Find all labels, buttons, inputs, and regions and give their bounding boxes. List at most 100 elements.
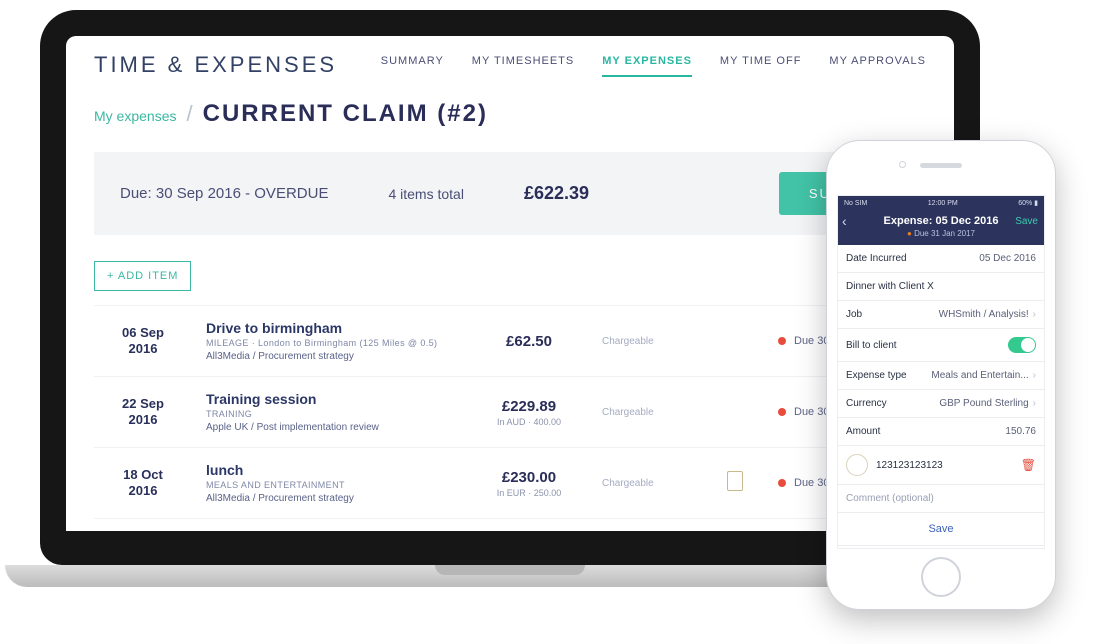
overdue-dot-icon (778, 337, 786, 345)
expense-description: lunch MEALS AND ENTERTAINMENT All3Media / … (206, 462, 456, 504)
nav-tabs: SUMMARY MY TIMESHEETS MY EXPENSES MY TIME O… (381, 53, 926, 77)
row-currency[interactable]: Currency GBP Pound Sterling› (838, 390, 1044, 418)
chargeable-label: Chargeable (602, 478, 692, 489)
save-button[interactable]: Save (838, 513, 1044, 546)
top-nav: TIME & EXPENSES SUMMARY MY TIMESHEETS MY E… (94, 52, 926, 78)
expense-client: All3Media / Procurement strategy (206, 493, 456, 504)
due-text: Due: 30 Sep 2016 - OVERDUE (120, 185, 328, 202)
phone-device: No SIM 12:00 PM 60% ▮ ‹ Expense: 05 Dec … (826, 140, 1056, 610)
row-bill-to-client[interactable]: Bill to client (838, 329, 1044, 362)
expense-row[interactable]: 22 Sep 2016Training sessionTRAININGApple… (94, 376, 926, 447)
expense-type-value: Meals and Entertain... (931, 370, 1028, 381)
expense-title: Training session (206, 391, 456, 407)
expense-row[interactable]: 06 Sep 2016 Drive to birmingham MILEAGE · … (94, 305, 926, 376)
row-amount[interactable]: Amount 150.76 (838, 418, 1044, 446)
row-job[interactable]: Job WHSmith / Analysis!› (838, 301, 1044, 329)
due-value: 30 Sep 2016 - OVERDUE (156, 185, 329, 202)
page-title: CURRENT CLAIM (#2) (203, 100, 488, 128)
expense-title: lunch (206, 462, 456, 478)
date-incurred-value: 05 Dec 2016 (979, 253, 1036, 264)
laptop-notch (435, 565, 585, 575)
receipt-thumbnail-icon (846, 454, 868, 476)
job-label: Job (846, 309, 862, 320)
overdue-dot-icon (778, 408, 786, 416)
amount-label: Amount (846, 426, 880, 437)
header-save-button[interactable]: Save (1015, 216, 1038, 227)
expense-amount: £100.00 (474, 546, 584, 563)
row-attachment[interactable]: 123123123123 🗑 (838, 446, 1044, 485)
phone-header-title: Expense: 05 Dec 2016 (844, 215, 1038, 227)
breadcrumb: My expenses / CURRENT CLAIM (#2) (94, 100, 926, 128)
laptop-camera (507, 18, 514, 25)
app-brand: TIME & EXPENSES (94, 52, 337, 78)
save-and-copy-button[interactable]: Save & copy (838, 546, 1044, 549)
expense-description: Training sessionTRAININGApple UK / Post … (206, 391, 456, 433)
breadcrumb-link-my-expenses[interactable]: My expenses (94, 108, 176, 124)
expense-title: nothing (206, 533, 456, 549)
add-item-button[interactable]: + ADD ITEM (94, 261, 191, 291)
home-button[interactable] (921, 557, 961, 597)
expense-amount: £230.00In EUR · 250.00 (474, 469, 584, 498)
status-carrier: No SIM (844, 200, 867, 207)
tab-my-approvals[interactable]: MY APPROVALS (829, 53, 926, 77)
bill-to-client-label: Bill to client (846, 340, 897, 351)
tab-summary[interactable]: SUMMARY (381, 53, 444, 77)
expense-amount: £229.89In AUD · 400.00 (474, 398, 584, 427)
expense-row[interactable]: 20 Oct 2016 nothing MEALS AND ENTERTAINMEN… (94, 518, 926, 565)
row-date-incurred[interactable]: Date Incurred 05 Dec 2016 (838, 245, 1044, 273)
phone-status-bar: No SIM 12:00 PM 60% ▮ (838, 196, 1044, 210)
phone-header: ‹ Expense: 05 Dec 2016 Due 31 Jan 2017 S… (838, 210, 1044, 245)
phone-actions: Save Save & copy Delete this expense (838, 513, 1044, 549)
expense-date: 20 Oct 2016 (98, 538, 188, 565)
expense-type-label: Expense type (846, 370, 907, 381)
expense-client: Apple UK / Post implementation review (206, 422, 456, 433)
app-screen: TIME & EXPENSES SUMMARY MY TIMESHEETS MY E… (66, 36, 954, 565)
chevron-right-icon: › (1033, 370, 1036, 381)
phone-camera (899, 161, 906, 168)
phone-screen: No SIM 12:00 PM 60% ▮ ‹ Expense: 05 Dec … (837, 195, 1045, 549)
overdue-dot-icon (778, 550, 786, 558)
items-total-text: 4 items total (388, 186, 463, 202)
bill-to-client-toggle[interactable] (1008, 337, 1036, 353)
claim-total: £622.39 (524, 183, 589, 204)
comment-placeholder: Comment (optional) (846, 493, 934, 504)
expense-category: MILEAGE · London to Birmingham (125 Mile… (206, 338, 456, 348)
currency-label: Currency (846, 398, 887, 409)
status-battery: 60% ▮ (1018, 199, 1038, 207)
breadcrumb-sep: / (186, 101, 192, 127)
status-time: 12:00 PM (928, 200, 958, 207)
description-value: Dinner with Client X (846, 281, 934, 292)
tab-my-timesheets[interactable]: MY TIMESHEETS (472, 53, 574, 77)
expense-amount: £62.50 (474, 333, 584, 350)
expense-date: 18 Oct 2016 (98, 467, 188, 498)
tab-my-time-off[interactable]: MY TIME OFF (720, 53, 802, 77)
currency-value: GBP Pound Sterling (939, 398, 1028, 409)
chargeable-label: Chargeable (602, 549, 692, 560)
chargeable-label: Chargeable (602, 336, 692, 347)
expense-client: All3Media / Procurement strategy (206, 351, 456, 362)
due-label: Due: (120, 185, 152, 202)
tab-my-expenses[interactable]: MY EXPENSES (602, 53, 692, 77)
date-incurred-label: Date Incurred (846, 253, 907, 264)
job-value: WHSmith / Analysis! (939, 309, 1029, 320)
attachment-filename: 123123123123 (876, 460, 943, 471)
receipt-icon[interactable] (727, 471, 743, 491)
phone-header-subtitle: Due 31 Jan 2017 (844, 229, 1038, 238)
overdue-dot-icon (778, 479, 786, 487)
attachment-cell (710, 471, 760, 496)
claim-summary-bar: Due: 30 Sep 2016 - OVERDUE 4 items total… (94, 152, 926, 235)
back-icon[interactable]: ‹ (842, 214, 847, 228)
trash-icon[interactable]: 🗑 (1021, 458, 1036, 472)
expense-list: 06 Sep 2016 Drive to birmingham MILEAGE · … (94, 305, 926, 565)
expense-description: nothingMEALS AND ENTERTAINMENTGoogle / P… (206, 533, 456, 565)
expense-row[interactable]: 18 Oct 2016 lunch MEALS AND ENTERTAINMENT A… (94, 447, 926, 518)
comment-field[interactable]: Comment (optional) (838, 485, 1044, 513)
expense-category: MEALS AND ENTERTAINMENT (206, 480, 456, 490)
expense-category: MEALS AND ENTERTAINMENT (206, 551, 456, 561)
phone-speaker (920, 163, 962, 168)
row-expense-type[interactable]: Expense type Meals and Entertain... › (838, 362, 1044, 390)
amount-value: 150.76 (1005, 426, 1036, 437)
expense-title: Drive to birmingham (206, 320, 456, 336)
expense-date: 06 Sep 2016 (98, 325, 188, 356)
description-field[interactable]: Dinner with Client X (838, 273, 1044, 301)
